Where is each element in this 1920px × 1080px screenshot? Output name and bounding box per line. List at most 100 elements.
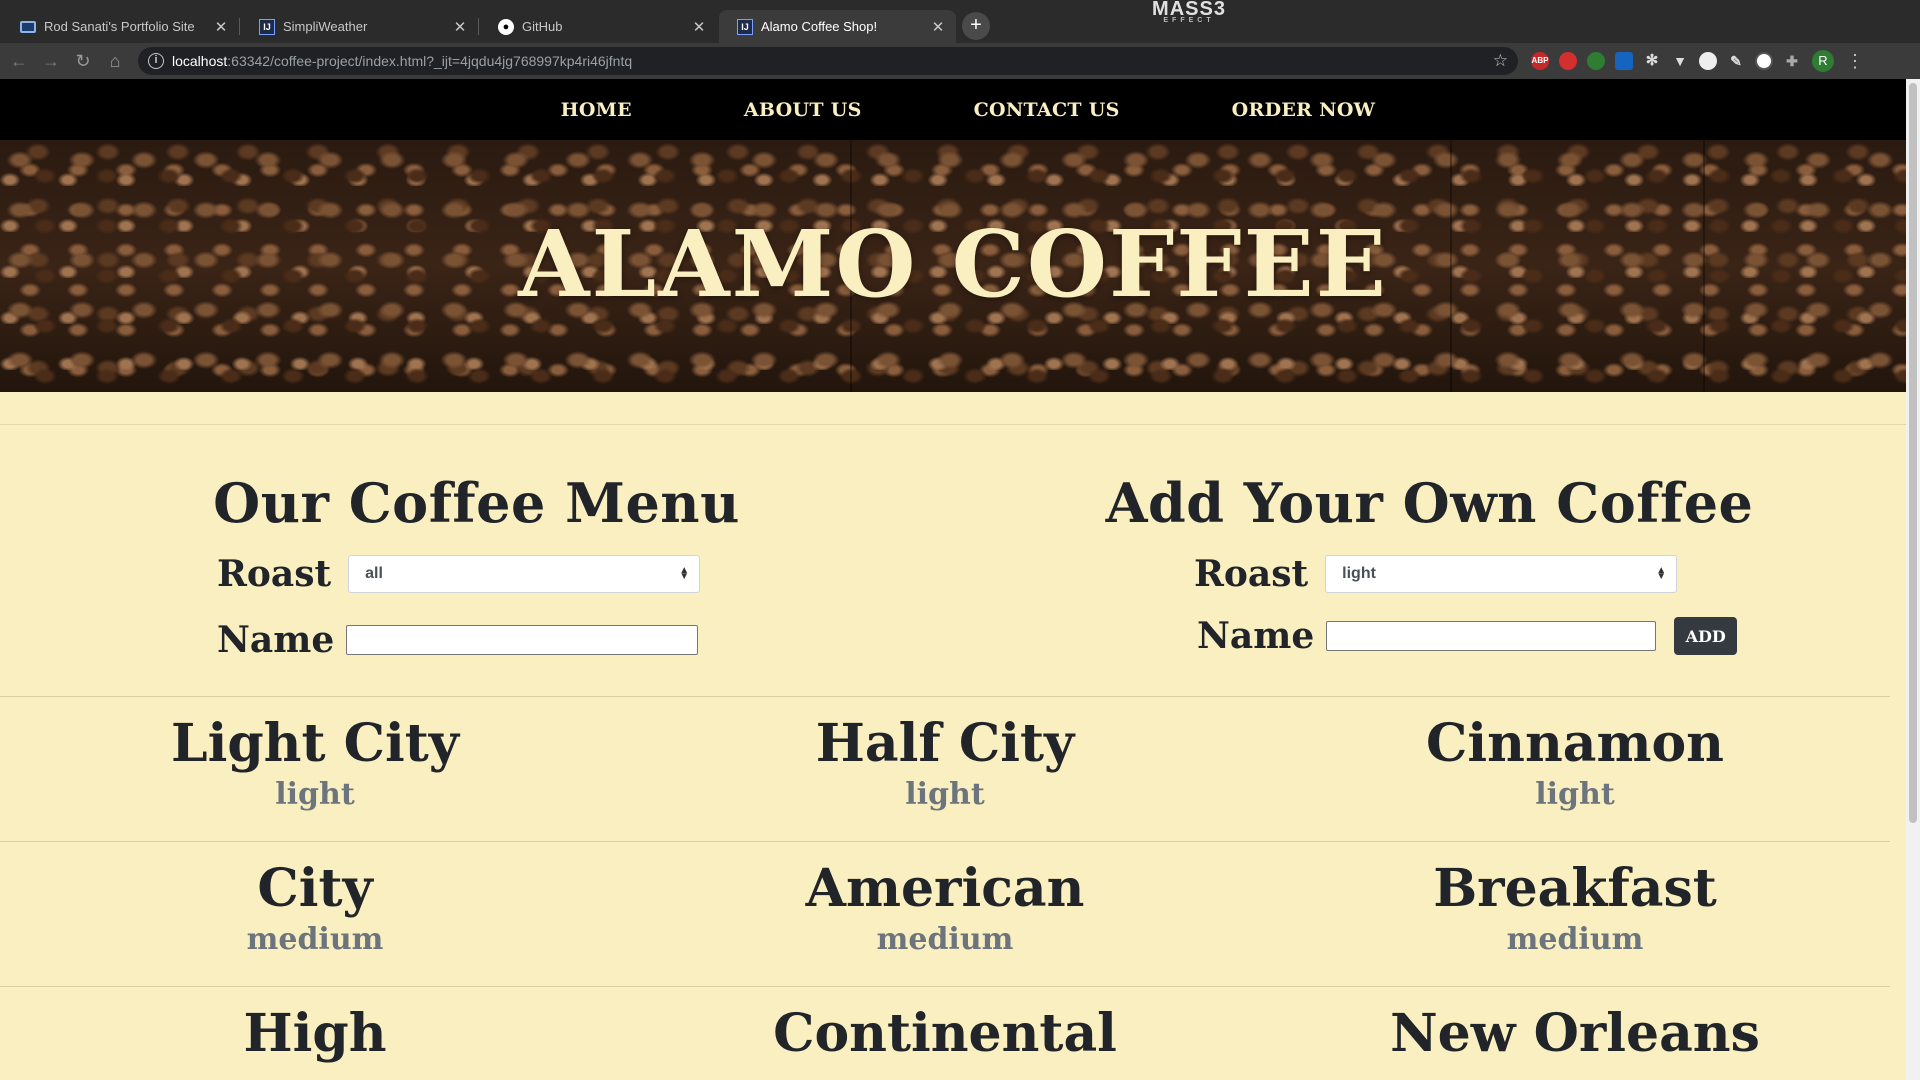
extension-icon[interactable] [1755, 52, 1773, 70]
close-icon[interactable]: ✕ [452, 18, 468, 36]
home-icon[interactable]: ⌂ [102, 48, 128, 74]
vue-extension-icon[interactable]: ▼ [1671, 52, 1689, 70]
coffee-card: Breakfast medium [1260, 842, 1890, 986]
profile-avatar[interactable]: R [1812, 50, 1834, 72]
coffee-name: Breakfast [1433, 858, 1717, 919]
tab-title: SimpliWeather [283, 19, 368, 34]
add-coffee-form: Add Your Own Coffee Roast light ▲ ▼ Name … [953, 426, 1906, 699]
roast-select-value: light [1342, 565, 1376, 582]
site-navbar: HOME ABOUT US CONTACT US ORDER NOW [0, 79, 1906, 140]
nav-home[interactable]: HOME [561, 99, 632, 121]
react-extension-icon[interactable]: ✻ [1643, 52, 1661, 70]
browser-tab-strip: Rod Sanati's Portfolio Site ✕ IJ SimpliW… [0, 0, 1920, 43]
extension-icon[interactable] [1699, 52, 1717, 70]
page-viewport: HOME ABOUT US CONTACT US ORDER NOW ALAMO… [0, 79, 1906, 1080]
add-coffee-button[interactable]: ADD [1674, 617, 1738, 655]
roast-label: Roast [217, 553, 332, 595]
add-coffee-heading: Add Your Own Coffee [1105, 471, 1754, 535]
extension-icon[interactable] [1587, 52, 1605, 70]
tab-portfolio[interactable]: Rod Sanati's Portfolio Site ✕ [2, 10, 239, 43]
adblock-extension-icon[interactable]: ABP [1531, 52, 1549, 70]
close-icon[interactable]: ✕ [213, 18, 229, 36]
scrollbar-thumb[interactable] [1909, 83, 1917, 823]
coffee-name: Half City [815, 713, 1075, 774]
nav-about-us[interactable]: ABOUT US [744, 99, 862, 121]
coffee-name: High [243, 1003, 387, 1064]
tab-title: Rod Sanati's Portfolio Site [44, 19, 195, 34]
address-bar[interactable]: i localhost :63342/coffee-project/index.… [138, 47, 1518, 75]
reload-icon[interactable]: ↻ [70, 48, 96, 74]
forward-arrow-icon[interactable]: → [38, 48, 64, 74]
coffee-list: Light City light Half City light Cinnamo… [0, 696, 1890, 1080]
nav-order-now[interactable]: ORDER NOW [1232, 99, 1376, 121]
coffee-roast: medium [876, 921, 1014, 957]
coffee-card: Continental [630, 987, 1260, 1080]
coffee-row: Light City light Half City light Cinnamo… [0, 696, 1890, 841]
browser-menu-icon[interactable]: ⋮ [1846, 51, 1864, 72]
add-roast-select[interactable]: light ▲ ▼ [1325, 555, 1678, 593]
site-title: ALAMO COFFEE [518, 210, 1388, 318]
translate-extension-icon[interactable] [1615, 52, 1633, 70]
site-info-icon[interactable]: i [148, 53, 164, 69]
tab-title: GitHub [522, 19, 563, 34]
browser-theme-logo: MASS3 EFFECT [1134, 0, 1244, 24]
bookmark-star-icon[interactable]: ☆ [1493, 51, 1508, 71]
url-host: localhost [172, 53, 228, 69]
pen-extension-icon[interactable]: ✎ [1727, 52, 1745, 70]
theme-logo-subtext: EFFECT [1163, 17, 1215, 24]
select-arrows-icon: ▲ ▼ [1656, 565, 1667, 582]
intellij-icon: IJ [737, 18, 753, 35]
url-path: :63342/coffee-project/index.html?_ijt=4j… [227, 53, 633, 69]
extensions-bar: ABP ✻ ▼ ✎ ✚ [1526, 52, 1806, 70]
coffee-name: New Orleans [1390, 1003, 1760, 1064]
coffee-roast: medium [246, 921, 384, 957]
tab-alamo-coffee[interactable]: IJ Alamo Coffee Shop! ✕ [719, 10, 956, 43]
intellij-icon: IJ [259, 18, 275, 35]
coffee-card: Light City light [0, 697, 630, 841]
coffee-name: Cinnamon [1426, 713, 1724, 774]
nav-contact-us[interactable]: CONTACT US [974, 99, 1120, 121]
puzzle-extensions-icon[interactable]: ✚ [1783, 52, 1801, 70]
coffee-card: Half City light [630, 697, 1260, 841]
back-arrow-icon[interactable]: ← [6, 48, 32, 74]
name-row: Name [217, 619, 699, 661]
name-label: Name [217, 619, 335, 661]
coffee-row: High Continental New Orleans [0, 986, 1890, 1080]
coffee-roast: light [275, 776, 355, 812]
coffee-roast: medium [1506, 921, 1644, 957]
coffee-row: City medium American medium Breakfast me… [0, 841, 1890, 986]
coffee-card: Cinnamon light [1260, 697, 1890, 841]
name-row: Name ADD [1197, 615, 1738, 657]
menu-heading: Our Coffee Menu [213, 471, 740, 535]
roast-row: Roast light ▲ ▼ [1194, 553, 1678, 595]
coffee-card: New Orleans [1260, 987, 1890, 1080]
monitor-icon [20, 20, 36, 33]
coffee-roast: light [905, 776, 985, 812]
coffee-name: American [805, 858, 1085, 919]
close-icon[interactable]: ✕ [930, 18, 946, 36]
roast-select[interactable]: all ▲ ▼ [348, 555, 701, 593]
tab-github[interactable]: ● GitHub ✕ [478, 10, 717, 43]
page-scrollbar[interactable] [1906, 79, 1920, 1080]
coffee-name: Light City [171, 713, 459, 774]
coffee-name: Continental [773, 1003, 1117, 1064]
github-icon: ● [498, 18, 514, 35]
close-icon[interactable]: ✕ [691, 18, 707, 36]
forms-section: Our Coffee Menu Roast all ▲ ▼ Name Add Yo… [0, 425, 1906, 699]
name-label: Name [1197, 615, 1315, 657]
add-name-input[interactable] [1326, 621, 1657, 651]
name-search-input[interactable] [346, 625, 699, 655]
coffee-card: American medium [630, 842, 1260, 986]
tab-title: Alamo Coffee Shop! [761, 19, 878, 34]
select-arrows-icon: ▲ ▼ [679, 565, 690, 582]
tab-simpliweather[interactable]: IJ SimpliWeather ✕ [239, 10, 478, 43]
coffee-name: City [257, 858, 373, 919]
roast-label: Roast [1194, 553, 1309, 595]
new-tab-button[interactable]: + [962, 12, 990, 40]
extension-icon[interactable] [1559, 52, 1577, 70]
coffee-roast: light [1535, 776, 1615, 812]
hero-banner: ALAMO COFFEE [0, 140, 1906, 392]
coffee-menu-filter: Our Coffee Menu Roast all ▲ ▼ Name [0, 426, 953, 699]
roast-row: Roast all ▲ ▼ [217, 553, 701, 595]
coffee-card: City medium [0, 842, 630, 986]
